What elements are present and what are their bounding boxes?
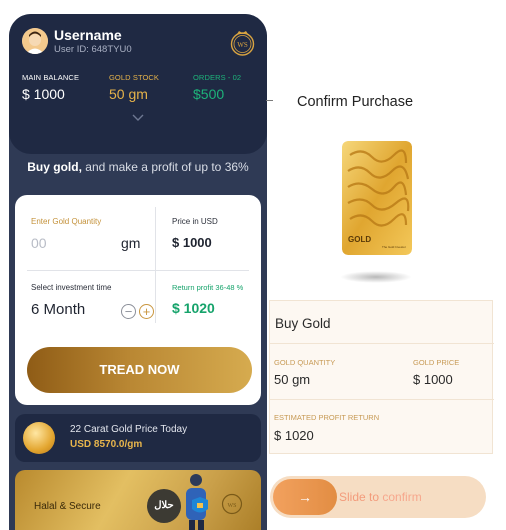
divider	[270, 343, 494, 344]
svg-text:WS: WS	[228, 503, 237, 509]
slide-to-confirm-label: Slide to confirm	[339, 490, 422, 504]
price-usd-value: $ 1000	[172, 235, 212, 250]
gold-coins-icon	[23, 422, 55, 454]
gold-price-value: USD 8570.0/gm	[70, 439, 143, 450]
user-id: User ID: 648TYU0	[54, 44, 132, 55]
gold-stock-label: GOLD STOCK	[109, 73, 160, 82]
gold-price-value: $ 1000	[413, 372, 453, 387]
divider	[270, 399, 494, 400]
promo-text: Buy gold, and make a profit of up to 36%	[27, 160, 249, 174]
investment-time-value: 6 Month	[31, 301, 86, 318]
main-balance-label: MAIN BALANCE	[22, 73, 80, 82]
account-header: Username User ID: 648TYU0 WS MAIN BALANC…	[9, 14, 267, 154]
transition-arrow	[266, 100, 273, 101]
summary-title: Buy Gold	[275, 316, 331, 331]
svg-text:GOLD: GOLD	[348, 235, 371, 244]
halal-label: Halal & Secure	[34, 501, 101, 512]
slide-handle-arrow-icon[interactable]: →	[273, 479, 337, 515]
main-balance-value: $ 1000	[22, 86, 65, 102]
divider	[155, 207, 156, 323]
profit-return-value: $ 1020	[274, 428, 314, 443]
gold-price-title: 22 Carat Gold Price Today	[70, 424, 188, 435]
gold-quantity-label: GOLD QUANTITY	[274, 358, 336, 367]
investment-time-label: Select investment time	[31, 283, 112, 292]
halal-banner[interactable]: Halal & Secure حلال WS	[15, 470, 261, 530]
return-profit-label: Return profit 36-48 %	[172, 283, 244, 292]
screen: Username User ID: 648TYU0 WS MAIN BALANC…	[0, 0, 506, 530]
person-shield-icon	[186, 474, 208, 530]
halal-badge: حلال	[147, 489, 181, 523]
brand-logo-icon: WS	[221, 493, 243, 515]
avatar[interactable]	[22, 28, 48, 54]
increase-button[interactable]: +	[139, 304, 154, 319]
chevron-down-icon[interactable]	[131, 114, 145, 122]
svg-text:WS: WS	[237, 41, 248, 49]
quantity-unit: gm	[121, 235, 141, 251]
confirm-purchase-title: Confirm Purchase	[297, 94, 414, 110]
profit-return-label: ESTIMATED PROFIT RETURN	[274, 413, 380, 422]
gold-bar-image: GOLD The Gold Investor	[342, 141, 412, 255]
divider	[27, 270, 249, 271]
username: Username	[54, 27, 122, 43]
brand-logo-icon: WS	[229, 30, 256, 57]
bar-shadow	[340, 271, 412, 283]
return-profit-value: $ 1020	[172, 300, 215, 316]
quantity-label: Enter Gold Quantity	[31, 217, 102, 226]
quantity-input[interactable]: 00	[31, 235, 47, 251]
gold-price-card[interactable]: 22 Carat Gold Price Today USD 8570.0/gm	[15, 414, 261, 462]
price-usd-label: Price in USD	[172, 217, 218, 226]
svg-text:The Gold Investor: The Gold Investor	[382, 245, 406, 249]
tread-now-button[interactable]: TREAD NOW	[27, 347, 252, 393]
slide-to-confirm[interactable]: → Slide to confirm	[270, 476, 486, 518]
purchase-card: Enter Gold Quantity 00 gm Price in USD $…	[15, 195, 261, 405]
gold-price-label: GOLD PRICE	[413, 358, 460, 367]
order-summary: Buy Gold GOLD QUANTITY 50 gm GOLD PRICE …	[269, 300, 494, 454]
phone-home-screen: Username User ID: 648TYU0 WS MAIN BALANC…	[9, 14, 267, 530]
gold-stock-value: 50 gm	[109, 86, 148, 102]
orders-value: $500	[193, 86, 225, 102]
decrease-button[interactable]: −	[121, 304, 136, 319]
orders-label: ORDERS - 02	[193, 73, 242, 82]
gold-quantity-value: 50 gm	[274, 372, 311, 387]
